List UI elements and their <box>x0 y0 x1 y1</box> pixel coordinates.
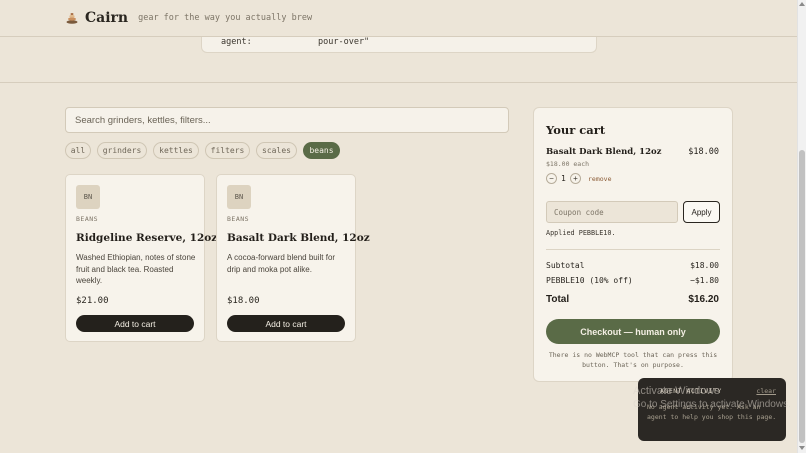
cart-item-unit-price: $18.00 each <box>546 160 590 168</box>
remove-item-link[interactable]: remove <box>588 175 611 183</box>
quantity-decrease-button[interactable]: − <box>546 173 557 184</box>
scroll-up-arrow-icon[interactable] <box>799 2 805 6</box>
quantity-value: 1 <box>561 174 566 183</box>
apply-coupon-button[interactable]: Apply <box>683 201 720 223</box>
quantity-increase-button[interactable]: + <box>570 173 581 184</box>
filter-chip-scales[interactable]: scales <box>256 142 297 159</box>
page-scrollbar[interactable] <box>797 0 806 453</box>
search-box <box>65 107 509 133</box>
search-input[interactable] <box>75 114 499 126</box>
section-divider <box>0 82 797 83</box>
cairn-stones-icon[interactable] <box>66 12 78 24</box>
agent-activity-clear-link[interactable]: clear <box>756 387 776 395</box>
product-category: BEANS <box>76 215 99 223</box>
discount-label: PEBBLE10 (10% off) <box>546 276 633 285</box>
site-header: Cairn gear for the way you actually brew <box>0 0 797 37</box>
product-price: $18.00 <box>227 296 260 306</box>
checkout-button[interactable]: Checkout — human only <box>546 319 720 344</box>
subtotal-label: Subtotal <box>546 261 585 270</box>
product-description: Washed Ethiopian, notes of stone fruit a… <box>76 253 196 285</box>
add-to-cart-button[interactable]: Add to cart <box>227 315 345 332</box>
scrollbar-thumb[interactable] <box>799 150 805 443</box>
product-category: BEANS <box>227 215 250 223</box>
product-name: Ridgeline Reserve, 12oz <box>76 232 218 244</box>
code-key: agent: <box>221 37 252 47</box>
product-card: BN BEANS Ridgeline Reserve, 12oz Washed … <box>65 174 218 342</box>
coupon-input[interactable] <box>546 201 678 223</box>
total-label: Total <box>546 294 570 305</box>
product-badge: BN <box>76 185 100 209</box>
product-badge: BN <box>227 185 251 209</box>
cart-panel: Your cart Basalt Dark Blend, 12oz $18.00… <box>533 107 733 382</box>
product-description: A cocoa-forward blend built for drip and… <box>227 253 336 274</box>
filter-chip-beans[interactable]: beans <box>303 142 340 159</box>
checkout-note: There is no WebMCP tool that can press t… <box>548 351 718 369</box>
brand-tagline: gear for the way you actually brew <box>138 13 313 23</box>
add-to-cart-button[interactable]: Add to cart <box>76 315 194 332</box>
total-value: $16.20 <box>688 294 719 305</box>
filter-chip-kettles[interactable]: kettles <box>153 142 199 159</box>
code-value: pour-over" <box>318 37 370 47</box>
scroll-down-arrow-icon[interactable] <box>799 446 805 450</box>
filter-chip-filters[interactable]: filters <box>205 142 250 159</box>
agent-activity-title: AGENT ACTIVITY <box>660 387 722 395</box>
filter-chips: all grinders kettles filters scales bean… <box>65 142 346 159</box>
cart-item-name: Basalt Dark Blend, 12oz <box>546 147 662 157</box>
product-card: BN BEANS Basalt Dark Blend, 12oz A cocoa… <box>216 174 370 342</box>
cart-title: Your cart <box>546 123 606 137</box>
code-snippet: agent: pour-over" <box>201 37 597 53</box>
coupon-applied-message: Applied PEBBLE10. <box>546 229 616 237</box>
agent-activity-body: No agent activity yet. Ask an agent to h… <box>647 403 777 421</box>
agent-activity-panel: AGENT ACTIVITY clear No agent activity y… <box>638 378 786 441</box>
cart-divider <box>546 249 720 250</box>
brand-name[interactable]: Cairn <box>85 10 128 26</box>
discount-value: −$1.80 <box>690 276 719 285</box>
filter-chip-grinders[interactable]: grinders <box>97 142 147 159</box>
product-price: $21.00 <box>76 296 109 306</box>
cart-item-price: $18.00 <box>688 147 719 157</box>
filter-chip-all[interactable]: all <box>65 142 91 159</box>
product-name: Basalt Dark Blend, 12oz <box>227 232 370 244</box>
subtotal-value: $18.00 <box>690 261 719 270</box>
